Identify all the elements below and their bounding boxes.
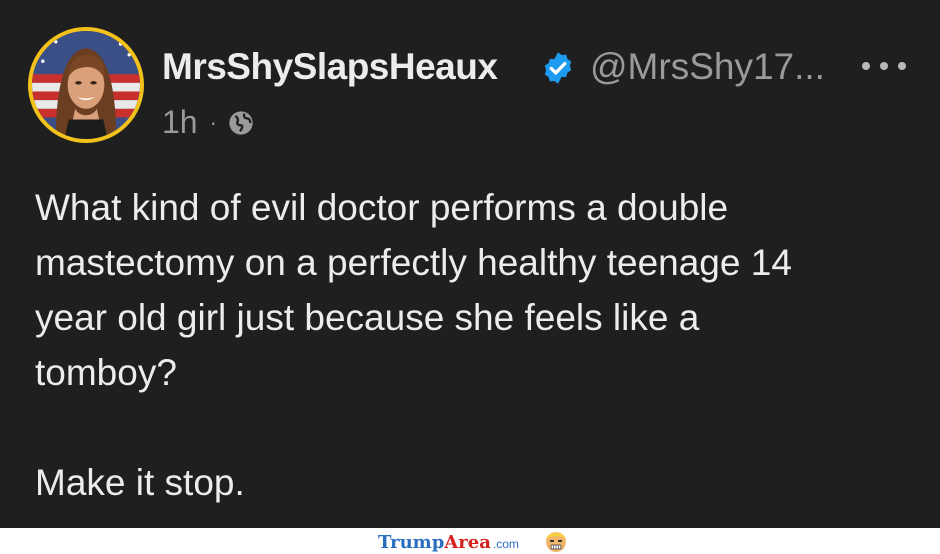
post-body: What kind of evil doctor performs a doub… xyxy=(35,180,915,510)
user-handle[interactable]: @MrsShy17... xyxy=(590,46,825,88)
post-body-line: tomboy? xyxy=(35,352,177,393)
brand-trump: Trump xyxy=(378,532,445,553)
more-options-icon[interactable] xyxy=(862,52,906,80)
avatar[interactable] xyxy=(28,27,144,143)
post-body-closing: Make it stop. xyxy=(35,462,245,503)
verified-badge-icon xyxy=(544,52,572,84)
brand-tld: .com xyxy=(492,537,519,551)
globe-icon xyxy=(229,110,253,135)
trump-cartoon-icon xyxy=(546,532,566,552)
post-body-line: year old girl just because she feels lik… xyxy=(35,297,700,338)
watermark-footer: TrumpArea .com xyxy=(0,528,940,554)
meta-separator: · xyxy=(209,109,217,135)
post-card: MrsShySlapsHeaux @MrsShy17... 1h · What … xyxy=(0,0,940,528)
post-body-line: What kind of evil doctor performs a doub… xyxy=(35,187,729,228)
avatar-image xyxy=(32,31,140,139)
display-name[interactable]: MrsShySlapsHeaux xyxy=(162,46,498,88)
site-logo[interactable]: TrumpArea .com xyxy=(378,532,519,553)
post-body-line: mastectomy on a perfectly healthy teenag… xyxy=(35,242,792,283)
timestamp[interactable]: 1h xyxy=(162,104,198,141)
post-meta: 1h · xyxy=(162,104,255,141)
brand-area: Area xyxy=(444,532,491,553)
